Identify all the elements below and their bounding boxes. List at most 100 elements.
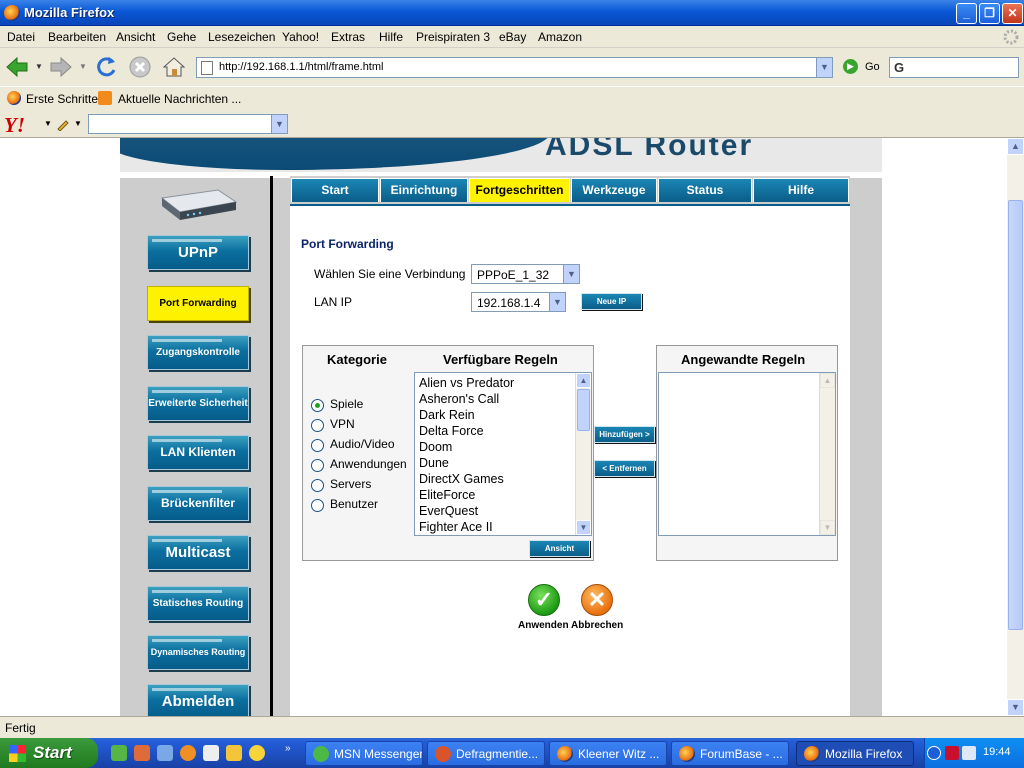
scroll-up-icon[interactable]: ▲ (820, 373, 835, 388)
menu-amazon[interactable]: Amazon (538, 30, 582, 44)
scroll-down-icon[interactable]: ▼ (576, 520, 591, 535)
quicklaunch-icon[interactable] (226, 745, 242, 761)
sidebar-item-dynamisches-routing[interactable]: Dynamisches Routing (147, 635, 249, 670)
stop-icon[interactable] (127, 54, 153, 80)
list-item[interactable]: EverQuest (419, 504, 478, 518)
yahoo-search-dropdown-icon[interactable]: ▼ (271, 115, 287, 133)
task-msn-messenger[interactable]: MSN Messenger (305, 741, 423, 766)
list-item[interactable]: Dark Rein (419, 408, 475, 422)
tab-start[interactable]: Start (291, 178, 379, 202)
menu-preispiraten[interactable]: Preispiraten 3 (416, 30, 490, 44)
yahoo-search-input[interactable]: ▼ (88, 114, 288, 134)
forward-icon[interactable] (48, 54, 74, 80)
radio-audio-video[interactable] (311, 439, 324, 452)
list-item[interactable]: Asheron's Call (419, 392, 499, 406)
url-field[interactable]: http://192.168.1.1/html/frame.html ▼ (196, 57, 833, 78)
scroll-thumb[interactable] (1008, 200, 1023, 630)
list-item[interactable]: DirectX Games (419, 472, 504, 486)
minimize-button[interactable]: _ (956, 3, 977, 24)
tab-hilfe[interactable]: Hilfe (753, 178, 849, 202)
apply-label[interactable]: Anwenden (518, 620, 569, 631)
scroll-up-icon[interactable]: ▲ (576, 373, 591, 388)
rules-scrollbar[interactable]: ▲ ▼ (575, 373, 591, 535)
bookmark-erste-schritte[interactable]: Erste Schritte (26, 92, 98, 106)
quicklaunch-icon[interactable] (249, 745, 265, 761)
chevron-right-icon[interactable]: » (285, 743, 291, 754)
list-item[interactable]: Dune (419, 456, 449, 470)
quicklaunch-icon[interactable] (180, 745, 196, 761)
menu-datei[interactable]: Datei (7, 30, 35, 44)
sidebar-item-port-forwarding[interactable]: Port Forwarding (147, 286, 249, 321)
tab-fortgeschritten[interactable]: Fortgeschritten (469, 178, 570, 202)
start-button[interactable]: Start (0, 738, 98, 768)
quicklaunch-icon[interactable] (111, 745, 127, 761)
tray-expand-icon[interactable] (927, 746, 941, 760)
list-item[interactable]: EliteForce (419, 488, 475, 502)
sidebar-item-multicast[interactable]: Multicast (147, 535, 249, 570)
antivirus-icon[interactable] (945, 746, 959, 760)
menu-gehe[interactable]: Gehe (167, 30, 196, 44)
chevron-down-icon[interactable]: ▼ (563, 265, 579, 283)
task-forumbase[interactable]: ForumBase - ... (671, 741, 789, 766)
search-field[interactable]: G (889, 57, 1019, 78)
menu-ansicht[interactable]: Ansicht (116, 30, 155, 44)
sidebar-item-lan-klienten[interactable]: LAN Klienten (147, 435, 249, 470)
yahoo-menu-icon[interactable]: ▼ (44, 119, 52, 128)
scroll-down-icon[interactable]: ▼ (1007, 699, 1024, 716)
tab-werkzeuge[interactable]: Werkzeuge (571, 178, 657, 202)
pencil-menu-icon[interactable]: ▼ (74, 119, 82, 128)
applied-scrollbar[interactable]: ▲ ▼ (819, 373, 835, 535)
scroll-up-icon[interactable]: ▲ (1007, 138, 1024, 155)
remove-rule-button[interactable]: < Entfernen (594, 460, 655, 477)
tab-einrichtung[interactable]: Einrichtung (380, 178, 468, 202)
menu-bearbeiten[interactable]: Bearbeiten (48, 30, 106, 44)
sidebar-item-statisches-routing[interactable]: Statisches Routing (147, 586, 249, 621)
menu-extras[interactable]: Extras (331, 30, 365, 44)
connection-select[interactable]: PPPoE_1_32 ▼ (471, 264, 580, 284)
list-item[interactable]: Alien vs Predator (419, 376, 514, 390)
new-ip-button[interactable]: Neue IP (581, 293, 642, 310)
back-history-icon[interactable]: ▼ (35, 62, 43, 71)
menu-yahoo[interactable]: Yahoo! (282, 30, 319, 44)
quicklaunch-icon[interactable] (203, 745, 219, 761)
sidebar-item-zugangskontrolle[interactable]: Zugangskontrolle (147, 335, 249, 370)
list-item[interactable]: Doom (419, 440, 452, 454)
cancel-button[interactable]: ✕ (581, 584, 613, 616)
cancel-label[interactable]: Abbrechen (571, 620, 623, 631)
scroll-down-icon[interactable]: ▼ (820, 520, 835, 535)
view-button[interactable]: Ansicht (529, 540, 590, 557)
sidebar-item-brueckenfilter[interactable]: Brückenfilter (147, 486, 249, 521)
task-defragmentierung[interactable]: Defragmentie... (427, 741, 545, 766)
sidebar-item-abmelden[interactable]: Abmelden (147, 684, 249, 716)
yahoo-logo[interactable]: Y! (4, 113, 25, 138)
chevron-down-icon[interactable]: ▼ (549, 293, 565, 311)
add-rule-button[interactable]: Hinzufügen > (594, 426, 655, 443)
reload-icon[interactable] (93, 54, 119, 80)
task-mozilla-firefox[interactable]: Mozilla Firefox (796, 741, 914, 766)
menu-hilfe[interactable]: Hilfe (379, 30, 403, 44)
radio-benutzer[interactable] (311, 499, 324, 512)
page-scrollbar[interactable]: ▲ ▼ (1007, 138, 1024, 716)
menu-ebay[interactable]: eBay (499, 30, 526, 44)
close-button[interactable]: ✕ (1002, 3, 1023, 24)
tab-status[interactable]: Status (658, 178, 752, 202)
task-kleener-witz[interactable]: Kleener Witz ... (549, 741, 667, 766)
radio-servers[interactable] (311, 479, 324, 492)
quicklaunch-icon[interactable] (157, 745, 173, 761)
url-dropdown-icon[interactable]: ▼ (816, 58, 832, 77)
network-icon[interactable] (962, 746, 976, 760)
scroll-thumb[interactable] (577, 389, 590, 431)
quicklaunch-icon[interactable] (134, 745, 150, 761)
pencil-icon[interactable] (56, 117, 70, 131)
apply-button[interactable]: ✓ (528, 584, 560, 616)
list-item[interactable]: Delta Force (419, 424, 484, 438)
back-icon[interactable] (4, 54, 30, 80)
bookmark-aktuelle-nachrichten[interactable]: Aktuelle Nachrichten ... (118, 92, 241, 106)
maximize-button[interactable]: ❐ (979, 3, 1000, 24)
available-rules-list[interactable]: Alien vs Predator Asheron's Call Dark Re… (414, 372, 592, 536)
applied-rules-list[interactable]: ▲ ▼ (658, 372, 836, 536)
radio-spiele[interactable] (311, 399, 324, 412)
forward-history-icon[interactable]: ▼ (79, 62, 87, 71)
sidebar-item-erweiterte-sicherheit[interactable]: Erweiterte Sicherheit (147, 386, 249, 421)
radio-vpn[interactable] (311, 419, 324, 432)
